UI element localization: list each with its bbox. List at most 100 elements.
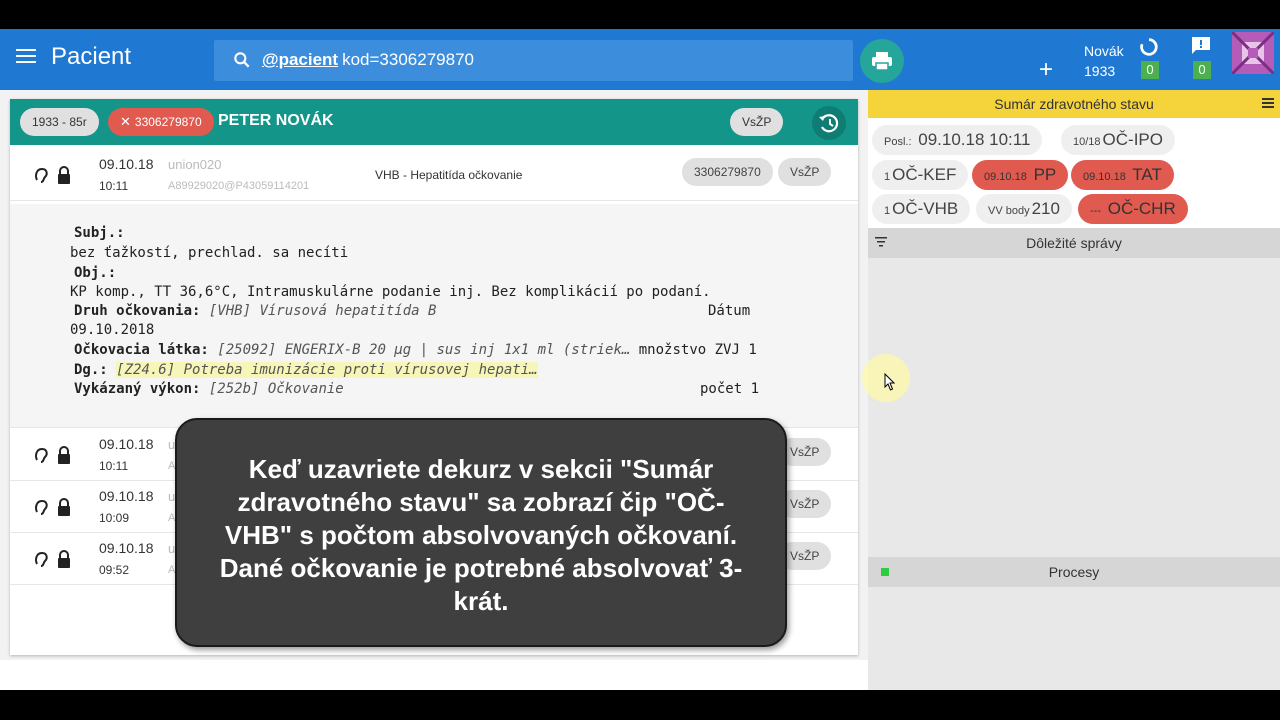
vykon-value: [252b] Očkovanie xyxy=(208,381,344,397)
search-input[interactable]: @pacient kod=3306279870 xyxy=(262,50,474,70)
summary-chip-oc-chr[interactable]: --- OČ-CHR xyxy=(1078,194,1188,224)
search-icon xyxy=(234,52,250,68)
record-date: 09.10.18 xyxy=(99,156,154,172)
chip-prefix: 09.10.18 xyxy=(1083,171,1126,183)
chip-text: OČ-CHR xyxy=(1107,199,1176,218)
messages-count-badge: 0 xyxy=(1193,61,1211,79)
record-date: 09.10.18 xyxy=(99,540,154,556)
pocet-text: počet 1 xyxy=(700,381,760,397)
record-date: 09.10.18 xyxy=(99,436,154,452)
datum-value: 09.10.2018 xyxy=(70,322,155,338)
tutorial-callout: Keď uzavriete dekurz v sekcii "Sumár zdr… xyxy=(175,418,787,647)
dg-value: [Z24.6] Potreba imunizácie proti vírusov… xyxy=(116,362,538,378)
hearing-lock-icons xyxy=(35,498,70,516)
summary-chip-oc-kef[interactable]: 1 OČ-KEF xyxy=(872,160,969,190)
menu-icon[interactable] xyxy=(1262,98,1274,108)
mouse-cursor-icon xyxy=(884,373,896,391)
obj-label: Obj.: xyxy=(74,265,117,281)
close-icon[interactable]: ✕ xyxy=(120,114,131,129)
print-button[interactable] xyxy=(860,39,904,83)
latka-value: [25092] ENGERIX-B 20 µg | sus inj 1x1 ml… xyxy=(217,342,631,358)
page-title: Pacient xyxy=(51,43,132,70)
chip-text: 09.10.18 10:11 xyxy=(918,130,1031,149)
user-name: Novák xyxy=(1084,43,1124,59)
add-button[interactable]: + xyxy=(1032,57,1060,85)
vykon-label: Vykázaný výkon: xyxy=(74,381,201,397)
hearing-lock-icons xyxy=(35,550,70,568)
record-insurer-chip[interactable]: VsŽP xyxy=(778,158,832,186)
record-id-chip[interactable]: 3306279870 xyxy=(682,158,773,186)
summary-title: Sumár zdravotného stavu xyxy=(994,96,1154,112)
record-description: VHB - Hepatitída očkovanie xyxy=(375,168,523,182)
chip-prefix: 09.10.18 xyxy=(984,171,1027,183)
filter-icon[interactable] xyxy=(875,237,887,247)
search-bar[interactable]: @pacient kod=3306279870 + xyxy=(214,40,1060,85)
top-bar: Pacient @pacient kod=3306279870 + Novák 19… xyxy=(0,29,1280,90)
record-time: 10:11 xyxy=(99,459,129,473)
record-detail: Subj.: bez ťažkostí, prechlad. sa necíti… xyxy=(10,204,858,428)
summary-panel: Sumár zdravotného stavu Posl.: 09.10.18 … xyxy=(868,90,1280,690)
summary-chip-oc-vhb[interactable]: 1 OČ-VHB xyxy=(872,194,971,224)
hearing-lock-icons xyxy=(35,446,70,464)
latka-label: Očkovacia látka: xyxy=(74,342,209,358)
sync-count-badge: 0 xyxy=(1141,61,1159,79)
subj-label: Subj.: xyxy=(74,225,125,241)
important-messages-label: Dôležité správy xyxy=(1026,235,1122,251)
search-query: kod=3306279870 xyxy=(342,50,474,69)
chip-prefix: Posl.: xyxy=(884,136,912,148)
patient-id-chip[interactable]: ✕ 3306279870 xyxy=(108,108,214,136)
chip-prefix: --- xyxy=(1090,205,1101,217)
record-user: union020 xyxy=(168,157,222,172)
subj-text: bez ťažkostí, prechlad. sa necíti xyxy=(70,245,349,261)
patient-header: 1933 - 85r ✕ 3306279870 PETER NOVÁK VsŽP xyxy=(10,99,858,145)
chip-prefix: 1 xyxy=(884,205,891,217)
menu-icon[interactable] xyxy=(16,49,36,69)
summary-chip-pp[interactable]: 09.10.18 PP xyxy=(972,160,1069,190)
avatar[interactable] xyxy=(1230,30,1276,76)
patient-id-label: 3306279870 xyxy=(134,115,202,129)
record-time: 09:52 xyxy=(99,563,130,577)
summary-chips: Posl.: 09.10.18 10:11 10/18 OČ-IPO 1 OČ-KE… xyxy=(868,118,1280,228)
age-chip[interactable]: 1933 - 85r xyxy=(20,108,99,136)
chip-text: OČ-VHB xyxy=(892,199,959,218)
summary-chip-tat[interactable]: 09.10.18 TAT xyxy=(1071,160,1174,190)
druh-value: [VHB] Vírusová hepatitída B xyxy=(208,303,437,319)
insurer-chip[interactable]: VsŽP xyxy=(730,108,784,136)
record-time: 10:09 xyxy=(99,511,130,525)
video-frame: Pacient @pacient kod=3306279870 + Novák 19… xyxy=(0,0,1280,720)
dg-label: Dg.: xyxy=(74,362,108,378)
status-indicator xyxy=(881,568,889,576)
mnozstvo-text: množstvo ZVJ 1 xyxy=(638,342,757,358)
druh-label: Druh očkovania: xyxy=(74,303,201,319)
hearing-lock-icons xyxy=(35,166,70,184)
sync-icon[interactable] xyxy=(1138,36,1160,58)
chip-prefix: 1 xyxy=(884,171,891,183)
printer-icon xyxy=(872,52,892,71)
summary-chip-last-visit[interactable]: Posl.: 09.10.18 10:11 xyxy=(872,125,1043,155)
chip-text: OČ-KEF xyxy=(892,165,957,184)
user-code: 1933 xyxy=(1084,63,1116,79)
patient-name: PETER NOVÁK xyxy=(218,112,334,129)
processes-bar[interactable]: Procesy xyxy=(868,557,1280,587)
summary-chip-oc-ipo[interactable]: 10/18 OČ-IPO xyxy=(1061,125,1175,155)
record-row[interactable]: 09.10.18 10:11 union020 A89929020@P43059… xyxy=(10,149,858,201)
bottom-strip xyxy=(0,660,868,690)
datum-label: Dátum xyxy=(708,303,751,319)
history-icon xyxy=(819,114,839,133)
message-alert-icon[interactable] xyxy=(1190,36,1212,56)
processes-label: Procesy xyxy=(1048,564,1100,580)
chip-text: TAT xyxy=(1132,165,1162,184)
chip-text: OČ-IPO xyxy=(1102,130,1163,149)
summary-chip-vv-body[interactable]: VV body 210 xyxy=(976,194,1072,224)
history-button[interactable] xyxy=(812,106,846,140)
avatar-pattern-icon xyxy=(1230,30,1276,76)
record-date: 09.10.18 xyxy=(99,488,154,504)
search-prefix: @pacient xyxy=(262,50,339,69)
user-info[interactable]: Novák 1933 xyxy=(1084,41,1124,81)
chip-prefix: 10/18 xyxy=(1073,136,1101,148)
obj-text: KP komp., TT 36,6°C, Intramuskulárne pod… xyxy=(70,284,711,300)
important-messages-bar[interactable]: Dôležité správy xyxy=(868,228,1280,258)
chip-text: PP xyxy=(1033,165,1057,184)
app-window: Pacient @pacient kod=3306279870 + Novák 19… xyxy=(0,29,1280,690)
record-time: 10:11 xyxy=(99,179,129,193)
